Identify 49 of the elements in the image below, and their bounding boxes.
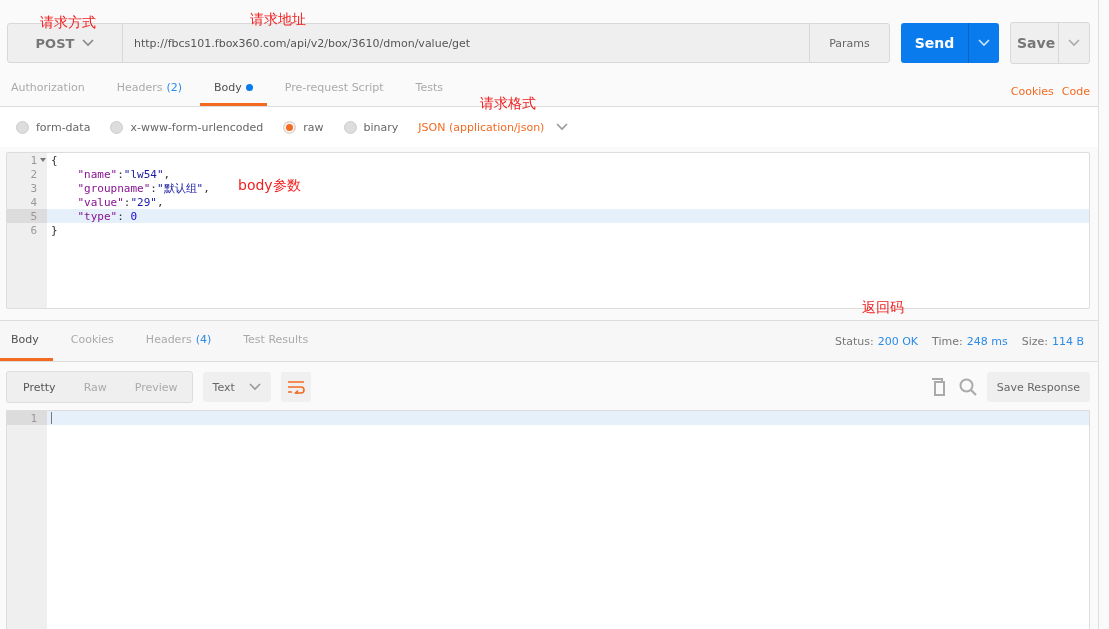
line-number: 3: [29, 181, 38, 195]
body-mode-radio[interactable]: binary: [343, 120, 399, 134]
code-line: {: [50, 153, 58, 167]
code-line: }: [50, 223, 58, 237]
response-tab[interactable]: Headers (4): [131, 321, 226, 361]
line-number: 4: [29, 195, 38, 209]
line-number: 5: [7, 209, 47, 223]
chevron-down-icon: [978, 39, 990, 47]
annotation-text: 请求格式: [480, 95, 536, 113]
response-meta: Status: 200 OK: [834, 334, 919, 348]
code-line: "type": 0: [76, 209, 138, 223]
code-line: "value":"29",: [76, 195, 164, 209]
wrap-lines-icon: [286, 380, 305, 394]
annotation-text: body参数: [238, 177, 301, 195]
response-meta: Size: 114 B: [1021, 334, 1084, 348]
params-button[interactable]: Params: [809, 23, 890, 63]
line-number: 6: [29, 223, 38, 237]
header-link[interactable]: Code: [1061, 80, 1090, 98]
chevron-down-icon: [556, 123, 569, 131]
body-mode-radio[interactable]: form-data: [16, 120, 91, 134]
chevron-down-icon: [1068, 39, 1080, 47]
view-mode-tab[interactable]: Pretty: [7, 372, 70, 402]
request-tab[interactable]: Headers (2): [102, 72, 197, 106]
format-dropdown[interactable]: JSON (application/json): [418, 120, 569, 134]
chevron-down-icon: [248, 383, 261, 391]
chevron-down-icon: [82, 39, 95, 47]
search-icon[interactable]: [958, 378, 977, 396]
view-mode-tab[interactable]: Raw: [69, 372, 121, 402]
view-mode-tab[interactable]: Preview: [120, 372, 192, 402]
fold-arrow-icon[interactable]: [40, 158, 46, 162]
request-tab[interactable]: Pre-request Script: [270, 72, 398, 106]
code-line: "groupname":"默认组",: [76, 180, 210, 196]
response-tab[interactable]: Cookies: [56, 321, 128, 361]
save-response-button[interactable]: Save Response: [986, 372, 1090, 402]
response-tab[interactable]: Body: [0, 321, 53, 361]
response-format-dropdown[interactable]: Text: [202, 372, 271, 402]
body-mode-radio[interactable]: x-www-form-urlencoded: [110, 120, 264, 134]
code-line: "name":"lw54",: [76, 167, 171, 181]
wrap-lines-button[interactable]: [280, 372, 311, 402]
header-link[interactable]: Cookies: [1010, 80, 1054, 98]
body-mode-radio[interactable]: raw: [283, 120, 324, 134]
line-number: 1: [7, 153, 47, 167]
line-number: 1: [7, 411, 47, 425]
request-tab[interactable]: Tests: [401, 72, 457, 106]
response-meta: Time: 248 ms: [932, 334, 1008, 348]
line-number: 2: [29, 167, 38, 181]
text-cursor: [51, 412, 52, 424]
response-tab[interactable]: Test Results: [229, 321, 323, 361]
request-tab[interactable]: Authorization: [0, 72, 99, 106]
